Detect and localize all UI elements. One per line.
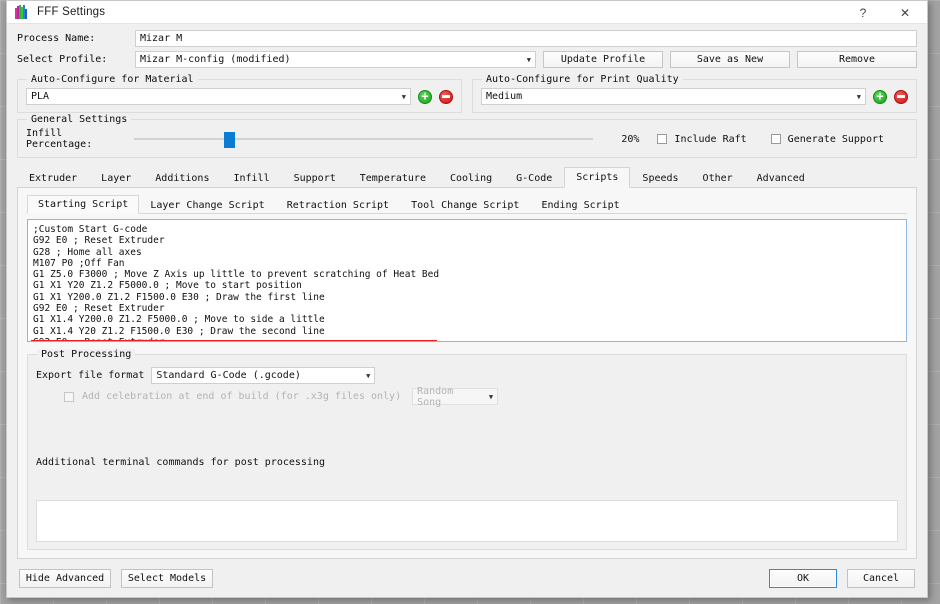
add-quality-button[interactable] xyxy=(873,89,887,104)
export-format-row: Export file format Standard G-Code (.gco… xyxy=(36,367,898,384)
subtab-tool-change-script[interactable]: Tool Change Script xyxy=(400,196,530,214)
subtab-starting-script[interactable]: Starting Script xyxy=(27,195,140,214)
fff-settings-dialog: FFF Settings ? ✕ Process Name: Mizar M S… xyxy=(6,0,928,598)
infill-percentage-value: 20% xyxy=(621,133,640,145)
subtab-layer-change-script[interactable]: Layer Change Script xyxy=(139,196,275,214)
infill-percentage-slider[interactable] xyxy=(134,131,594,148)
remove-material-button[interactable] xyxy=(439,89,453,104)
subtab-retraction-script[interactable]: Retraction Script xyxy=(276,196,400,214)
quality-group: Auto-Configure for Print Quality Medium … xyxy=(472,74,917,113)
generate-support-checkbox[interactable]: Generate Support xyxy=(770,133,884,145)
fff-logo-icon xyxy=(15,5,30,19)
select-models-button[interactable]: Select Models xyxy=(121,568,213,588)
quality-group-title: Auto-Configure for Print Quality xyxy=(482,74,683,85)
chevron-down-icon: ▼ xyxy=(488,392,494,401)
post-processing-title: Post Processing xyxy=(37,349,136,360)
material-combo[interactable]: PLA ▼ xyxy=(26,88,411,105)
chevron-down-icon: ▼ xyxy=(856,92,861,101)
main-tabstrip: Extruder Layer Additions Infill Support Tempe… xyxy=(17,167,917,188)
select-profile-label: Select Profile: xyxy=(17,54,108,65)
footer-actions: OK Cancel xyxy=(759,568,915,588)
celebration-song-combo[interactable]: Random Song ▼ xyxy=(412,385,499,408)
tab-scripts[interactable]: Scripts xyxy=(564,167,631,188)
tab-additions[interactable]: Additions xyxy=(143,168,221,188)
tab-extruder[interactable]: Extruder xyxy=(17,168,89,188)
include-raft-checkbox[interactable]: Include Raft xyxy=(657,133,747,145)
help-icon[interactable]: ? xyxy=(843,1,883,24)
export-format-value: Standard G-Code (.gcode) xyxy=(156,370,301,381)
close-icon[interactable]: ✕ xyxy=(883,1,927,24)
window-title: FFF Settings xyxy=(37,6,106,18)
include-raft-label: Include Raft xyxy=(674,133,747,145)
chevron-down-icon: ▼ xyxy=(526,55,531,64)
material-group-title: Auto-Configure for Material xyxy=(27,74,198,85)
checkbox-icon xyxy=(657,134,668,144)
quality-value: Medium xyxy=(486,91,523,102)
infill-percentage-label: Infill Percentage: xyxy=(26,128,93,150)
export-format-combo[interactable]: Standard G-Code (.gcode) ▼ xyxy=(151,367,376,384)
tab-temperature[interactable]: Temperature xyxy=(348,168,438,188)
process-name-label: Process Name: xyxy=(17,33,96,44)
update-profile-button[interactable]: Update Profile xyxy=(543,51,663,68)
tab-support[interactable]: Support xyxy=(282,168,348,188)
dialog-body: Process Name: Mizar M Select Profile: Mi… xyxy=(7,24,927,559)
generate-support-label: Generate Support xyxy=(787,133,884,145)
tab-advanced[interactable]: Advanced xyxy=(745,168,817,188)
cancel-button[interactable]: Cancel xyxy=(847,568,915,588)
starting-script-editor[interactable]: ;Custom Start G-code G92 E0 ; Reset Extr… xyxy=(27,219,907,342)
checkbox-icon xyxy=(770,134,781,144)
post-processing-group: Post Processing Export file format Stand… xyxy=(27,349,907,550)
terminal-commands-input[interactable] xyxy=(36,500,898,542)
starting-script-text: ;Custom Start G-code G92 E0 ; Reset Extr… xyxy=(33,224,901,341)
ok-button[interactable]: OK xyxy=(769,568,837,588)
remove-quality-button[interactable] xyxy=(894,89,908,104)
auto-configure-groups: Auto-Configure for Material PLA ▼ Auto-C… xyxy=(17,72,917,113)
slider-handle[interactable] xyxy=(224,132,235,148)
export-format-label: Export file format xyxy=(36,370,145,381)
material-group: Auto-Configure for Material PLA ▼ xyxy=(17,74,462,113)
process-name-input[interactable]: Mizar M xyxy=(135,30,917,47)
general-settings-group: General Settings Infill Percentage: 20% … xyxy=(17,114,917,158)
general-settings-title: General Settings xyxy=(27,114,132,125)
material-value: PLA xyxy=(31,91,50,102)
select-profile-row: Select Profile: Mizar M-config (modified… xyxy=(17,51,917,68)
chevron-down-icon: ▼ xyxy=(401,92,406,101)
chevron-down-icon: ▼ xyxy=(366,371,371,380)
celebration-label: Add celebration at end of build (for .x3… xyxy=(82,391,402,402)
scripts-tab-panel: Starting Script Layer Change Script Retrac… xyxy=(17,188,917,559)
process-name-row: Process Name: Mizar M xyxy=(17,30,917,47)
tab-other[interactable]: Other xyxy=(691,168,745,188)
celebration-song-value: Random Song xyxy=(417,385,454,408)
subtab-ending-script[interactable]: Ending Script xyxy=(530,196,630,214)
celebration-row: Add celebration at end of build (for .x3… xyxy=(64,385,898,408)
tab-speeds[interactable]: Speeds xyxy=(630,168,690,188)
select-profile-combo[interactable]: Mizar M-config (modified) ▼ xyxy=(135,51,536,68)
slider-track xyxy=(134,138,594,140)
additional-terminal-label: Additional terminal commands for post pr… xyxy=(36,457,325,468)
script-subtabstrip: Starting Script Layer Change Script Retrac… xyxy=(27,195,907,214)
tab-infill[interactable]: Infill xyxy=(221,168,281,188)
tab-layer[interactable]: Layer xyxy=(89,168,143,188)
remove-profile-button[interactable]: Remove xyxy=(797,51,917,68)
celebration-checkbox[interactable] xyxy=(64,391,74,402)
dialog-footer: Hide Advanced Select Models OK Cancel xyxy=(7,559,927,597)
tab-cooling[interactable]: Cooling xyxy=(438,168,504,188)
select-profile-value: Mizar M-config (modified) xyxy=(140,54,291,65)
window-controls: ? ✕ xyxy=(843,1,927,24)
quality-combo[interactable]: Medium ▼ xyxy=(481,88,866,105)
add-material-button[interactable] xyxy=(418,89,432,104)
save-as-new-button[interactable]: Save as New xyxy=(670,51,790,68)
tab-g-code[interactable]: G-Code xyxy=(504,168,564,188)
hide-advanced-button[interactable]: Hide Advanced xyxy=(19,568,111,588)
title-bar: FFF Settings ? ✕ xyxy=(7,1,927,24)
